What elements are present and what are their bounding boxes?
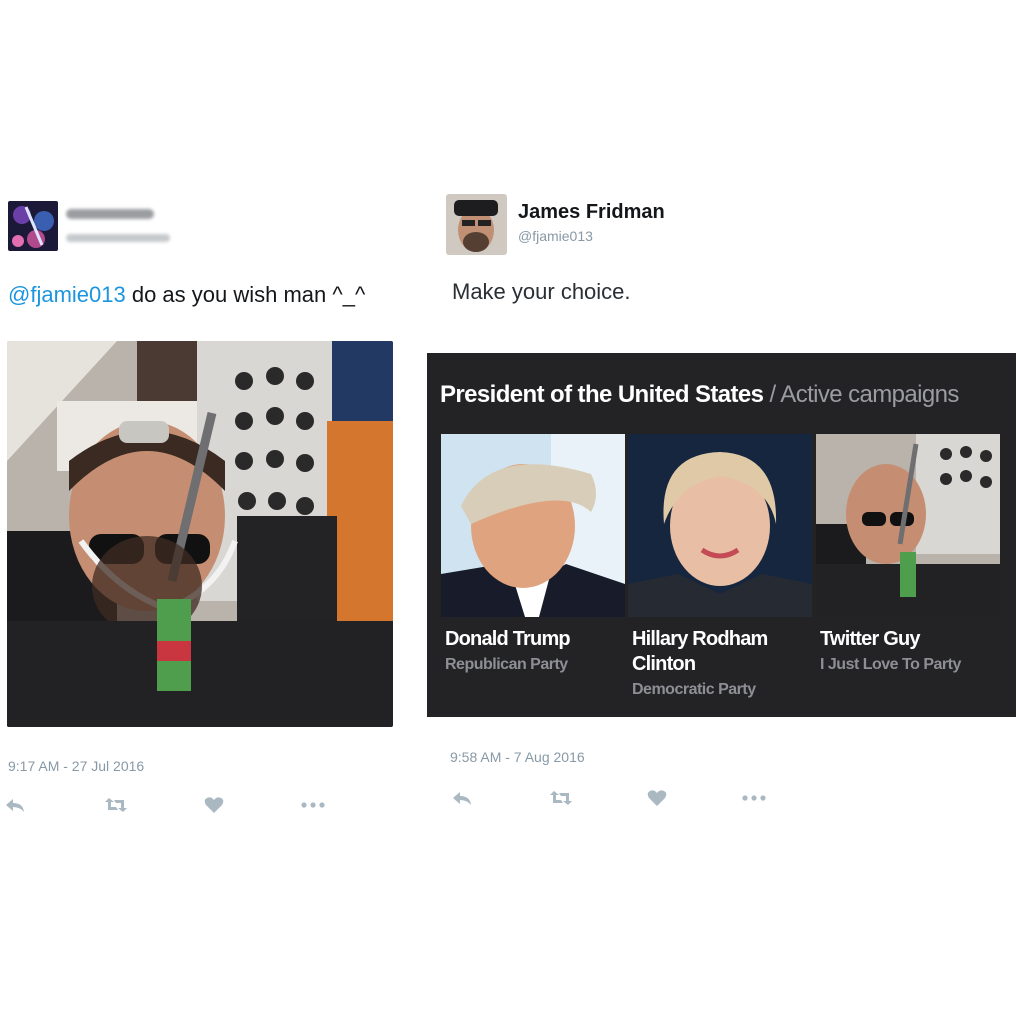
candidate-card[interactable]: Twitter Guy I Just Love To Party <box>816 434 1000 676</box>
ballot-card: President of the United States / Active … <box>427 353 1016 717</box>
candidate-photo <box>628 434 812 617</box>
more-icon[interactable] <box>300 794 326 816</box>
candidate-name: Hillary Rodham Clinton <box>632 628 768 675</box>
candidate-party: I Just Love To Party <box>820 656 961 673</box>
candidate-party: Republican Party <box>445 656 568 673</box>
like-icon[interactable] <box>647 787 667 809</box>
user-avatar-right[interactable] <box>446 194 507 255</box>
mention-link[interactable]: @fjamie013 <box>8 282 126 307</box>
reply-icon[interactable] <box>451 787 473 809</box>
reply-icon[interactable] <box>4 794 26 816</box>
candidate-photo <box>816 434 1000 617</box>
tweet-photo-selfie[interactable] <box>7 341 393 727</box>
retweet-icon[interactable] <box>549 787 573 809</box>
timestamp-right[interactable]: 9:58 AM - 7 Aug 2016 <box>450 749 585 765</box>
candidate-photo <box>441 434 625 617</box>
candidate-card[interactable]: Hillary Rodham Clinton Democratic Party <box>628 434 812 701</box>
username[interactable]: @fjamie013 <box>518 228 593 244</box>
tweet-text-right: Make your choice. <box>452 279 631 304</box>
candidate-name: Twitter Guy <box>820 628 921 650</box>
redacted-username <box>66 234 170 242</box>
timestamp-left[interactable]: 9:17 AM - 27 Jul 2016 <box>8 758 144 774</box>
ballot-title: President of the United States / Active … <box>440 381 959 408</box>
action-bar-left <box>4 794 326 816</box>
candidate-name: Donald Trump <box>445 628 571 650</box>
tweet-text-left: @fjamie013 do as you wish man ^_^ <box>8 282 366 307</box>
display-name[interactable]: James Fridman <box>518 201 665 224</box>
redacted-display-name <box>66 209 154 219</box>
user-avatar-left[interactable] <box>8 201 58 251</box>
retweet-icon[interactable] <box>104 794 128 816</box>
candidate-party: Democratic Party <box>632 681 756 698</box>
like-icon[interactable] <box>204 794 224 816</box>
more-icon[interactable] <box>741 787 767 809</box>
action-bar-right <box>451 787 767 809</box>
candidate-card[interactable]: Donald Trump Republican Party <box>441 434 625 676</box>
